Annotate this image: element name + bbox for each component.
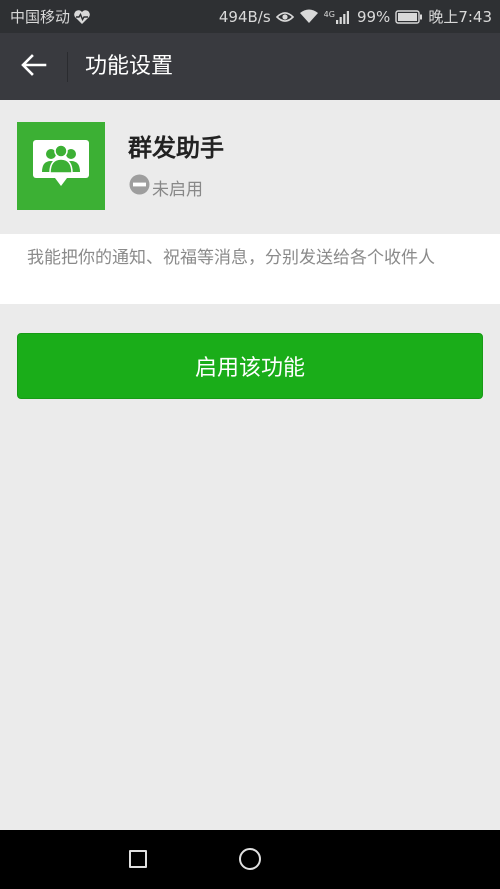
- battery-icon: [395, 9, 423, 24]
- feature-logo: [17, 122, 105, 210]
- group-chat-icon: [32, 139, 90, 193]
- feature-header: 群发助手 未启用: [0, 100, 500, 232]
- feature-name: 群发助手: [128, 134, 224, 162]
- wifi-icon: [299, 9, 319, 24]
- carrier-label: 中国移动: [10, 8, 71, 26]
- back-button[interactable]: [14, 51, 54, 83]
- square-icon[interactable]: [129, 850, 147, 868]
- feature-description: 我能把你的通知、祝福等消息，分别发送给各个收件人: [27, 248, 435, 268]
- feature-description-card: 我能把你的通知、祝福等消息，分别发送给各个收件人: [0, 234, 500, 304]
- title-divider: [67, 52, 68, 82]
- enable-feature-label: 启用该功能: [194, 356, 305, 381]
- title-bar: 功能设置: [0, 33, 500, 100]
- status-right: 494B/s 4G 99% 晚上7:43: [219, 0, 492, 33]
- network-speed: 494B/s: [218, 7, 271, 26]
- page-title: 功能设置: [85, 54, 174, 79]
- feature-status: 未启用: [129, 174, 203, 200]
- heart-pulse-icon: [73, 9, 91, 25]
- minus-circle-icon: [129, 174, 150, 200]
- battery-percent: 99%: [356, 7, 391, 26]
- cellular-signal-icon: 4G: [324, 10, 350, 24]
- enable-feature-button[interactable]: 启用该功能: [17, 333, 483, 399]
- status-bar: 中国移动 494B/s 4G 99% 晚上7:43: [0, 0, 500, 33]
- eye-icon: [275, 10, 294, 24]
- arrow-left-icon: [21, 54, 47, 80]
- system-nav-bar: [0, 830, 500, 889]
- circle-icon[interactable]: [239, 848, 261, 870]
- status-left: 中国移动: [10, 0, 91, 33]
- feature-status-label: 未启用: [152, 179, 203, 200]
- cellular-label: 4G: [323, 9, 335, 19]
- clock: 晚上7:43: [428, 8, 492, 26]
